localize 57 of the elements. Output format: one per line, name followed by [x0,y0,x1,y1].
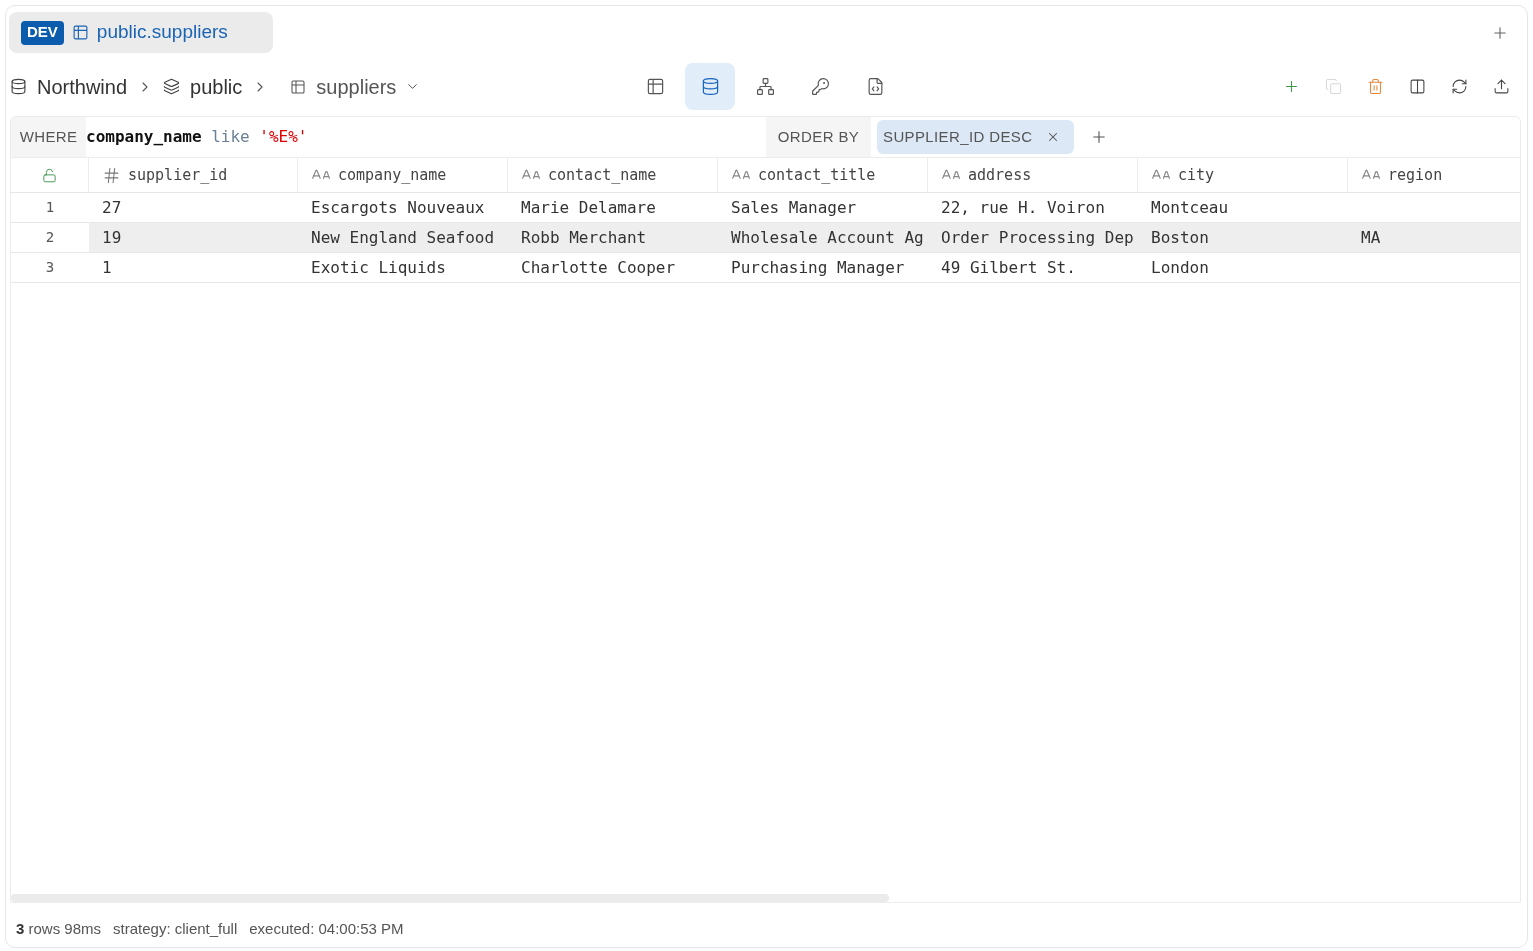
table-cell-text: Montceau [1151,196,1229,219]
sort-chip[interactable]: SUPPLIER_ID DESC [877,120,1075,154]
column-header[interactable]: company_name [298,158,508,192]
table-cell-text: 19 [102,226,122,249]
refresh-icon [1450,78,1468,95]
table-cell-text: London [1151,256,1209,279]
column-header[interactable]: region [1348,158,1520,192]
breadcrumb-item[interactable]: public [163,71,243,102]
executed-time-text: executed: 04:00:53 PM [249,918,404,939]
table-cell-text: MA [1361,226,1381,249]
row-number: 2 [11,223,89,252]
table-cell-text: Boston [1151,226,1209,249]
table-icon [645,77,665,96]
sort-chip-label: SUPPLIER_ID DESC [883,126,1033,147]
table-cell-text: 1 [102,256,112,279]
table-cell-text: 22, rue H. Voiron [941,196,1105,219]
upload-icon [1492,78,1510,95]
table-row[interactable]: 2 19 New England Seafood Robb Merchant Wholesale Account Ag Order Processing Dep Boston MA [11,223,1520,253]
column-header[interactable]: contact_title [718,158,928,192]
breadcrumb-item[interactable]: suppliers [290,71,421,102]
trash-icon [1366,78,1384,95]
table-cell-text: Robb Merchant [521,226,647,249]
view-tab[interactable] [685,63,735,110]
table-cell-text: New England Seafood [311,226,495,249]
row-count-text: 3 rows 98ms [16,918,102,939]
table-cell-text: Order Processing Dep [941,226,1134,249]
table-cell-text: 49 Gilbert St. [941,256,1076,279]
table-cell-text: Sales Manager [731,196,857,219]
database-icon [10,78,27,95]
table-cell-text: Exotic Liquids [311,256,446,279]
column-header[interactable]: city [1138,158,1348,192]
strategy-text: strategy: client_full [113,918,238,939]
table-icon [290,78,307,95]
columns-icon [1408,78,1426,95]
column-header[interactable]: address [928,158,1138,192]
key-icon [810,77,830,96]
table-cell-text: Marie Delamare [521,196,656,219]
where-label: WHERE [11,117,86,157]
order-by-label: ORDER BY [766,117,871,157]
lock-open-icon[interactable] [42,167,57,183]
column-header[interactable]: supplier_id [89,158,298,192]
table-cell-text: Wholesale Account Ag [731,226,924,249]
copy-icon [1324,78,1342,95]
breadcrumb-item[interactable]: Northwind [10,71,128,102]
tab[interactable]: DEV public.suppliers [9,12,273,53]
column-header[interactable]: contact_name [508,158,718,192]
environment-badge: DEV [21,20,64,45]
table-cell-text: Charlotte Cooper [521,256,676,279]
table-cell-text: Purchasing Manager [731,256,905,279]
diagram-icon [755,77,775,96]
hash-icon [102,165,121,185]
database-icon [700,77,720,96]
table-cell-text: Escargots Nouveaux [311,196,485,219]
table-cell-text: 27 [102,196,122,219]
layers-icon [163,78,181,95]
table-icon [71,24,89,41]
tab-title: public.suppliers [96,20,228,45]
